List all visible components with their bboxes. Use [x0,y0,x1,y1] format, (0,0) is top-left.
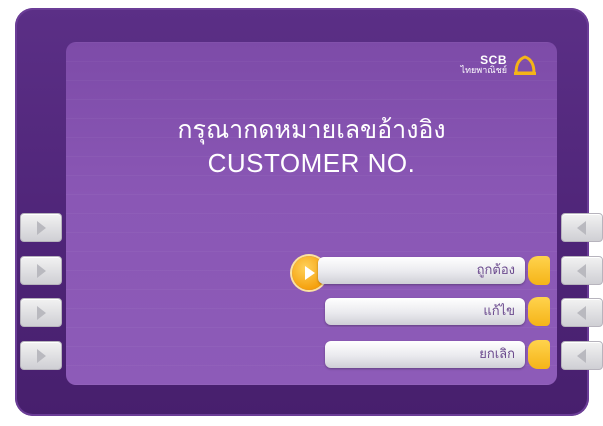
edit-button-tab [528,297,550,326]
cancel-button-label: ยกเลิก [479,347,515,362]
arrow-right-icon [37,221,46,235]
arrow-left-icon [577,264,586,278]
confirm-button-label: ถูกต้อง [476,263,515,278]
confirm-button[interactable]: ถูกต้อง [318,257,525,284]
edit-button[interactable]: แก้ไข [325,298,525,325]
right-side-key-3[interactable] [561,298,603,327]
arrow-left-icon [577,306,586,320]
right-side-key-1[interactable] [561,213,603,242]
right-side-key-2[interactable] [561,256,603,285]
arrow-left-icon [577,221,586,235]
left-side-key-2[interactable] [20,256,62,285]
scb-bell-logo-icon [514,55,536,76]
cancel-button-tab [528,340,550,369]
right-side-key-4[interactable] [561,341,603,370]
edit-button-label: แก้ไข [483,304,515,319]
brand-text: SCB ไทยพาณิชย์ [461,54,507,76]
brand-subtitle: ไทยพาณิชย์ [460,65,507,76]
atm-screen: SCB ไทยพาณิชย์ กรุณากดหมายเลขอ้างอิง CUS… [66,42,557,385]
screen-background [66,42,557,385]
cancel-button[interactable]: ยกเลิก [325,341,525,368]
brand-name: SCB [480,53,507,67]
prompt-english: CUSTOMER NO. [207,148,416,178]
prompt: กรุณากดหมายเลขอ้างอิง CUSTOMER NO. [66,114,557,180]
confirm-button-tab [528,256,550,285]
left-side-key-1[interactable] [20,213,62,242]
arrow-right-icon [37,349,46,363]
left-side-key-4[interactable] [20,341,62,370]
prompt-thai: กรุณากดหมายเลขอ้างอิง [177,115,446,144]
left-side-key-3[interactable] [20,298,62,327]
arrow-left-icon [577,349,586,363]
arrow-right-icon [37,264,46,278]
play-arrow-icon [305,266,315,280]
arrow-right-icon [37,306,46,320]
bank-brand: SCB ไทยพาณิชย์ [461,54,537,76]
